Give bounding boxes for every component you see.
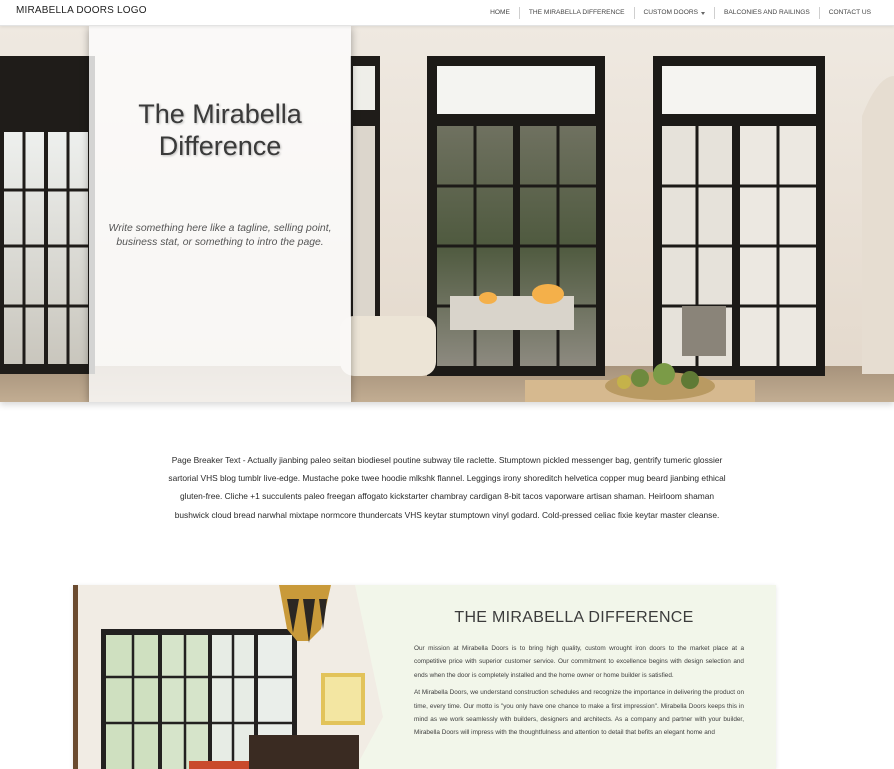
nav-mirabella-difference-label: THE MIRABELLA DIFFERENCE <box>528 9 625 16</box>
section-body: Our mission at Mirabella Doors is to bri… <box>414 642 744 744</box>
nav-home[interactable]: HOME <box>481 7 519 19</box>
hero-title: The Mirabella Difference <box>138 99 302 161</box>
section-paragraph-1: Our mission at Mirabella Doors is to bri… <box>414 645 744 679</box>
site-logo[interactable]: MIRABELLA DOORS LOGO <box>16 5 147 16</box>
top-navbar: MIRABELLA DOORS LOGO HOME THE MIRABELLA … <box>0 0 894 26</box>
nav-contact-us-label: CONTACT US <box>828 9 871 16</box>
nav-balconies-railings[interactable]: BALCONIES AND RAILINGS <box>713 7 819 19</box>
page-breaker-text: Page Breaker Text - Actually jianbing pa… <box>168 455 726 520</box>
nav-contact-us[interactable]: CONTACT US <box>818 7 880 19</box>
nav-menu: HOME THE MIRABELLA DIFFERENCE CUSTOM DOO… <box>481 0 880 26</box>
mirabella-difference-section: THE MIRABELLA DIFFERENCE Our mission at … <box>73 585 776 769</box>
section-paragraph-2: At Mirabella Doors, we understand constr… <box>414 689 744 737</box>
nav-custom-doors[interactable]: CUSTOM DOORS <box>633 7 714 19</box>
hero-banner: The Mirabella Difference Write something… <box>0 26 894 402</box>
nav-mirabella-difference[interactable]: THE MIRABELLA DIFFERENCE <box>518 7 634 19</box>
nav-home-label: HOME <box>490 9 510 16</box>
hero-tagline: Write something here like a tagline, sel… <box>108 223 332 248</box>
nav-custom-doors-label: CUSTOM DOORS <box>643 9 698 16</box>
dropdown-caret-icon <box>700 11 705 15</box>
nav-balconies-railings-label: BALCONIES AND RAILINGS <box>723 9 810 16</box>
interior-door-photo <box>73 585 393 769</box>
hero-card: The Mirabella Difference Write something… <box>89 26 351 402</box>
section-heading: THE MIRABELLA DIFFERENCE <box>454 609 694 626</box>
